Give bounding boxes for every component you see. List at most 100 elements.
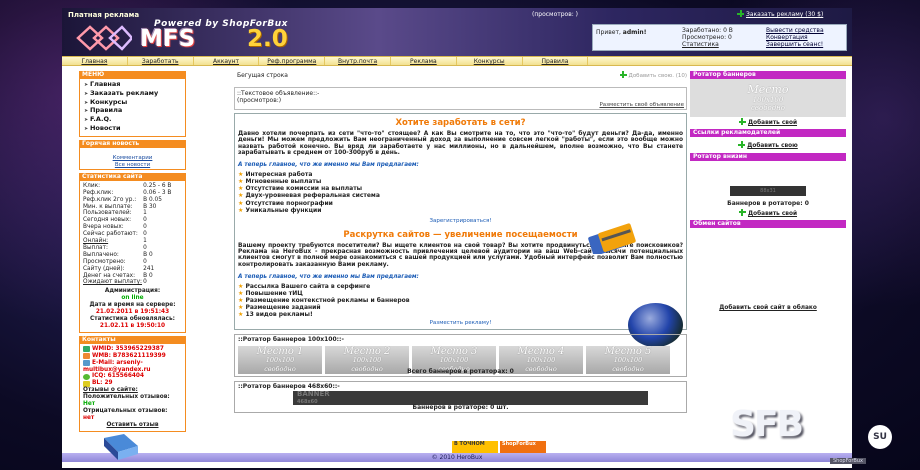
logout-link[interactable]: Завершить сеанс! <box>766 41 846 48</box>
nav-mail[interactable]: Внутр.почта <box>325 57 391 65</box>
stat-row[interactable]: Ожидают выплату: 0 <box>83 279 182 286</box>
banner-468[interactable]: BANNER 468x60 <box>293 391 648 405</box>
features-promote: Рассылка Вашего сайта в серфинге Повышен… <box>238 283 683 318</box>
feature-item: Размещение заданий <box>238 304 683 311</box>
feature-item: Интересная работа <box>238 171 683 178</box>
banner-88x31[interactable]: 88х31 <box>730 186 806 196</box>
icq-icon <box>83 373 90 380</box>
contact-wmid: WMID: 353965229387 <box>83 346 182 353</box>
rotator-slot[interactable]: Место 100х100 свободно <box>690 79 846 117</box>
admin-label: Администрация: <box>104 288 161 295</box>
hot-news-box: Комментарии Все новости <box>79 147 186 170</box>
feature-item: Рассылка Вашего сайта в серфинге <box>238 283 683 290</box>
user-panel: Привет, admin! Заработано: 0 В Просмотре… <box>592 24 847 51</box>
book-decoration-icon <box>104 434 138 460</box>
text-ad-title: ::Текстовое объявление::- <box>237 90 320 97</box>
nav-account[interactable]: Аккаунт <box>194 57 260 65</box>
add-banner-link[interactable]: Добавить свой <box>690 117 846 129</box>
menu-list: Главная Заказать рекламу Конкурсы Правил… <box>79 79 186 137</box>
logo-text[interactable]: MFS <box>140 26 195 52</box>
nav-earn[interactable]: Заработать <box>128 57 194 65</box>
feature-item: Размещение контекстной рекламы и баннеро… <box>238 297 683 304</box>
stat-row: Пользователей: 1 <box>83 210 147 217</box>
stat-row: Выплачено: В 0 <box>83 251 153 258</box>
paid-ads-label[interactable]: Платная реклама <box>68 11 139 19</box>
feature-item: Отсутствие комиссии на выплаты <box>238 185 683 192</box>
stat-row: Сайту (дней): 241 <box>83 265 155 272</box>
order-ad-link[interactable]: Заказать рекламу (30 $) <box>737 10 823 18</box>
shopforbux-badge[interactable]: ShopForBux <box>500 441 546 453</box>
place-ad-button[interactable]: Разместить рекламу! <box>238 320 683 326</box>
counter-badge[interactable]: В ТОЧНОМ <box>452 441 498 453</box>
add-site-cloud-link[interactable]: Добавить свой сайт в облако <box>690 305 846 311</box>
plus-icon <box>619 71 627 78</box>
promo-sub-promote: А теперь главное, что же именно мы Вам п… <box>238 273 419 280</box>
main-content: Бегущая строка Добавить свою. (10) ::Тек… <box>234 71 687 413</box>
ticker-add-link[interactable]: Добавить свою. (10) <box>619 71 687 81</box>
rotator-header: Ротатор баннеров <box>690 71 846 79</box>
contact-icq: ICQ: 615566404 <box>83 373 182 380</box>
nav-ads[interactable]: Реклама <box>391 57 457 65</box>
add-banner-link-2[interactable]: Добавить свой <box>690 208 846 220</box>
hot-news-header: Горячая новость <box>79 139 186 148</box>
nav-contests[interactable]: Конкурсы <box>457 57 523 65</box>
plus-icon <box>738 118 746 125</box>
reviews-label[interactable]: Отзывы о сайте: <box>83 387 182 394</box>
positive-label: Положительных отзывов: <box>83 394 170 401</box>
wallet-icon <box>83 353 90 360</box>
earned-value: Заработано: 0 В <box>682 27 733 34</box>
features-earn: Интересная работа Мгновенные выплаты Отс… <box>238 171 683 214</box>
stats-link[interactable]: Статистика <box>682 41 764 48</box>
leave-review-link[interactable]: Оставить отзыв <box>83 422 182 429</box>
nav-rules[interactable]: Правила <box>523 57 589 65</box>
contact-email-addr[interactable]: multibux@yandex.ru <box>83 367 182 374</box>
updated-label: Статистика обновлялась: <box>90 316 175 322</box>
website: Платная реклама Powered by ShopForBux MF… <box>62 8 852 468</box>
stat-row[interactable]: Онлайн: 1 <box>83 238 182 245</box>
convert-link[interactable]: Конвертация <box>766 34 846 41</box>
feature-item: Мгновенные выплаты <box>238 178 683 185</box>
menu-item-news[interactable]: Новости <box>84 124 181 134</box>
add-link-link[interactable]: Добавить свою <box>690 137 846 153</box>
stat-row: Клик: 0.25 - 6 В <box>83 182 172 189</box>
promo-text-earn: Давно хотели почерпать из сети "что-то" … <box>238 131 683 156</box>
feature-item: Отсутствие порнографии <box>238 200 683 207</box>
server-time: 21.02.2011 в 19:51:43 <box>95 309 170 316</box>
footer-badges: В ТОЧНОМ ShopForBux <box>452 441 546 453</box>
main-nav: Главная Заработать Аккаунт Реф.программа… <box>62 56 852 66</box>
ticker-label: Бегущая строка <box>237 72 288 79</box>
banner-rotator-468: ::Ротатор баннеров 468х60::- BANNER 468x6… <box>234 381 687 413</box>
comments-link[interactable]: Комментарии <box>113 155 153 161</box>
stat-row: Сейчас работают: 0 <box>83 231 147 238</box>
watermark-domain: ShopForBux <box>830 458 866 464</box>
admin-status: on line <box>121 295 144 302</box>
banner-rotator-100: ::Ротатор баннеров 100х100::- Место 1 100… <box>234 334 687 377</box>
contacts-header: Контакты <box>79 335 186 344</box>
all-news-link[interactable]: Все новости <box>80 162 185 168</box>
contacts-box: WMID: 353965229387 WMB: B783621119399 E-… <box>79 343 186 432</box>
nav-home[interactable]: Главная <box>62 57 128 65</box>
feature-item: Двух-уровневая реферальная система <box>238 192 683 199</box>
logo-emblem-icon <box>76 25 132 51</box>
stat-row: Сегодня новых: 0 <box>83 217 147 224</box>
place-ad-link[interactable]: Разместить своё объявление <box>599 102 684 108</box>
withdraw-link[interactable]: Вывести средства <box>766 27 846 34</box>
plus-icon <box>738 141 746 148</box>
left-sidebar: МЕНЮ Главная Заказать рекламу Конкурсы П… <box>79 71 186 432</box>
header-views: (просмотров: ) <box>532 11 579 18</box>
contact-email: E-Mail: arseniy- <box>83 360 182 367</box>
feature-item: Уникальные функции <box>238 207 683 214</box>
plus-icon <box>737 10 744 17</box>
rotator-468-total: Баннеров в ротаторе: 0 шт. <box>412 404 509 411</box>
negative-value: нет <box>83 414 95 421</box>
plus-icon <box>738 208 746 216</box>
copyright: © 2010 HeroBux <box>62 453 852 462</box>
stat-row: Реф.клик 2го ур.: В 0.05 <box>83 196 162 203</box>
credit-cards-icon <box>588 223 636 254</box>
nav-referral[interactable]: Реф.программа <box>259 57 326 65</box>
updated-time: 21.02.11 в 19:50:10 <box>99 322 166 329</box>
viewed-value: Просмотрено: 0 <box>682 34 732 41</box>
greeting: Привет, <box>596 29 621 36</box>
ticker: Бегущая строка Добавить свою. (10) <box>234 71 687 80</box>
feature-item: 13 видов рекламы! <box>238 311 683 318</box>
